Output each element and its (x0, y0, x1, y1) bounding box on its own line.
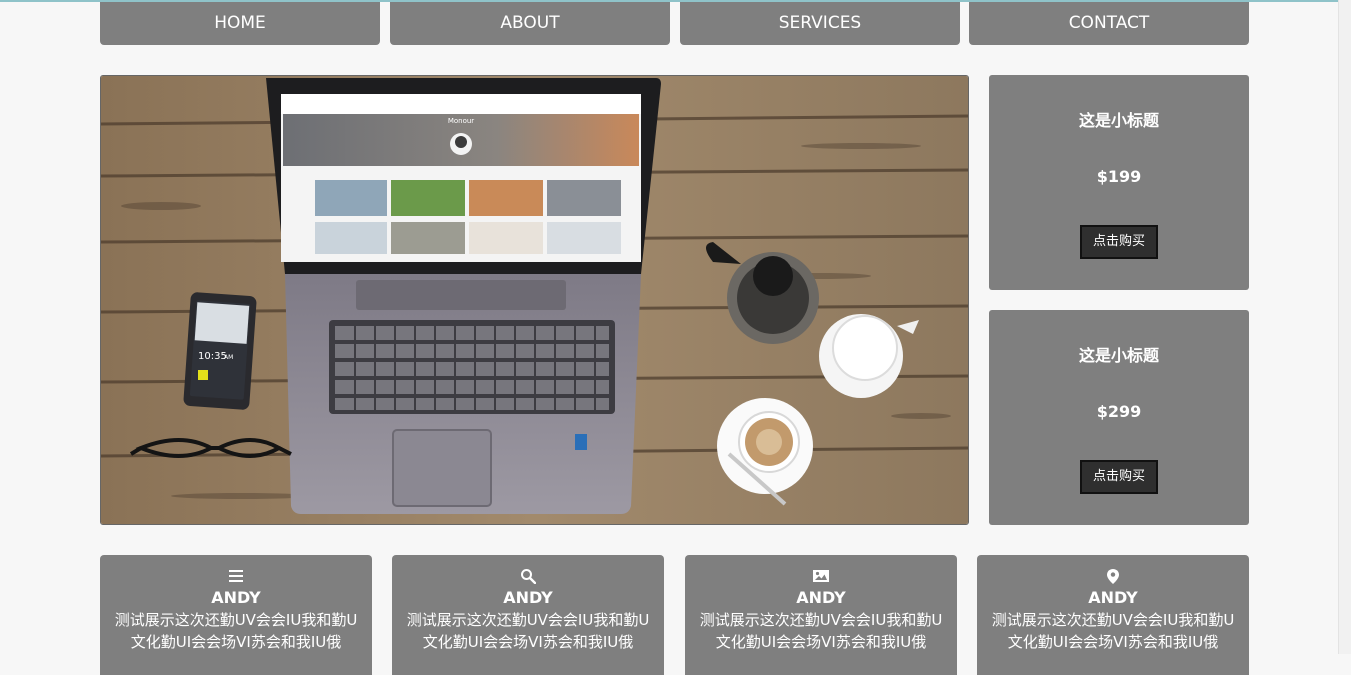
feature-description: 测试展示这次还勤UV会会IU我和勤U文化勤UI会会场VI苏会和我IU俄 (114, 611, 358, 651)
laptop: Monour (266, 78, 661, 514)
feature-box-4: ANDY 测试展示这次还勤UV会会IU我和勤U文化勤UI会会场VI苏会和我IU俄 (977, 555, 1249, 675)
menu-icon (100, 568, 372, 586)
buy-button[interactable]: 点击购买 (1080, 460, 1158, 494)
hero-image: Monour 10:35 AM (100, 75, 969, 525)
feature-box-2: ANDY 测试展示这次还勤UV会会IU我和勤U文化勤UI会会场VI苏会和我IU俄 (392, 555, 664, 675)
feature-description: 测试展示这次还勤UV会会IU我和勤U文化勤UI会会场VI苏会和我IU俄 (991, 611, 1235, 651)
nav-services[interactable]: SERVICES (680, 2, 960, 45)
card-price: $199 (1096, 167, 1142, 186)
feature-description: 测试展示这次还勤UV会会IU我和勤U文化勤UI会会场VI苏会和我IU俄 (699, 611, 943, 651)
card-title: 这是小标题 (1078, 346, 1159, 365)
nav-contact[interactable]: CONTACT (969, 2, 1249, 45)
card-price: $299 (1096, 402, 1142, 421)
phone-clock-ampm: AM (224, 354, 233, 361)
product-card-1: 这是小标题 $199 点击购买 (989, 75, 1249, 290)
top-navigation: HOME ABOUT SERVICES CONTACT (100, 2, 1249, 45)
nav-home[interactable]: HOME (100, 2, 380, 45)
feature-name: ANDY (796, 588, 846, 607)
feature-description: 测试展示这次还勤UV会会IU我和勤U文化勤UI会会场VI苏会和我IU俄 (406, 611, 650, 651)
vertical-scrollbar[interactable] (1338, 0, 1351, 654)
product-card-2: 这是小标题 $299 点击购买 (989, 310, 1249, 525)
feature-box-1: ANDY 测试展示这次还勤UV会会IU我和勤U文化勤UI会会场VI苏会和我IU俄 (100, 555, 372, 675)
feature-name: ANDY (1088, 588, 1138, 607)
nav-about[interactable]: ABOUT (390, 2, 670, 45)
feature-box-3: ANDY 测试展示这次还勤UV会会IU我和勤U文化勤UI会会场VI苏会和我IU俄 (685, 555, 957, 675)
phone-clock: 10:35 (198, 351, 227, 362)
laptop-profile-name: Monour (448, 117, 474, 125)
buy-button[interactable]: 点击购买 (1080, 225, 1158, 259)
search-icon (392, 568, 664, 586)
smartphone: 10:35 AM (183, 292, 257, 410)
card-title: 这是小标题 (1078, 111, 1159, 130)
image-icon (685, 568, 957, 586)
feature-name: ANDY (503, 588, 553, 607)
workspace-photo-illustration: Monour 10:35 AM (101, 76, 968, 524)
map-marker-icon (977, 568, 1249, 586)
feature-name: ANDY (211, 588, 261, 607)
